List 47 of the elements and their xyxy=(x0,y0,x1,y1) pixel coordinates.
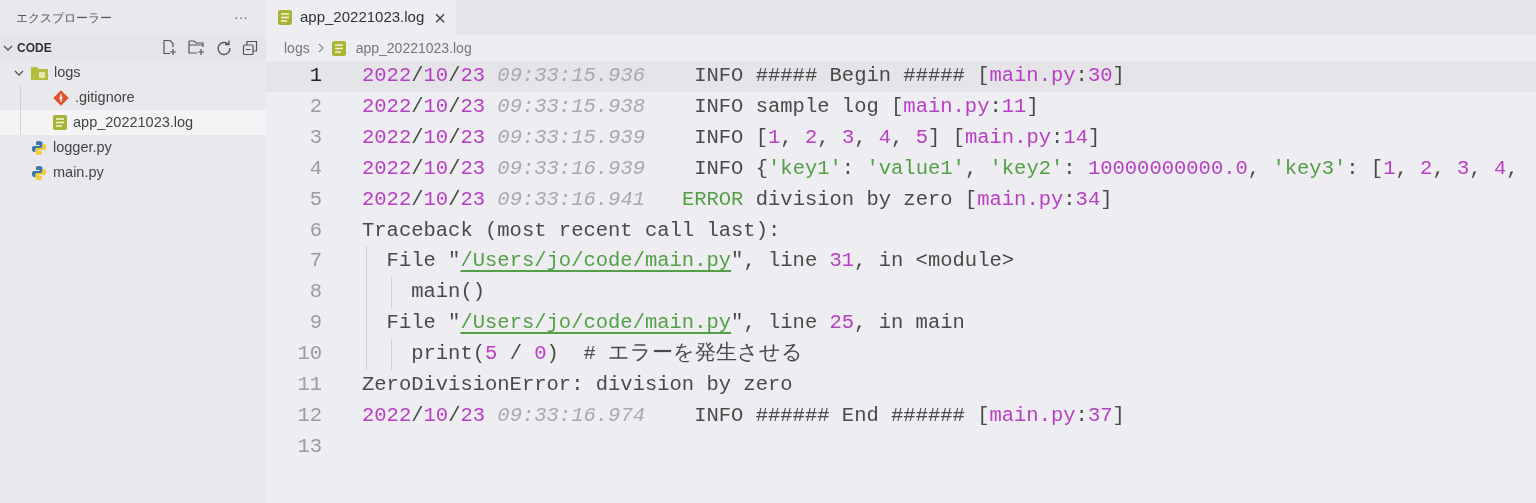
tree-item[interactable]: main.py xyxy=(0,160,266,185)
code-line: 2022/10/23 09:33:16.941 ERROR division by zero [main.py:34] xyxy=(362,186,1113,213)
code-line: Traceback (most recent call last): xyxy=(362,217,781,244)
code-line: print(5 / 0) # エラーを発生させる xyxy=(410,340,804,368)
tree-item[interactable]: logs xyxy=(0,60,266,85)
tree-item[interactable]: app_20221023.log xyxy=(0,110,266,135)
code-line: 2022/10/23 09:33:16.939 INFO {'key1': 'value1', 'key2': 10000000000.0, 'key3': [1, 2, 3, 4, xyxy=(362,155,1519,182)
code-line: main() xyxy=(410,279,486,306)
collapse-all-button[interactable] xyxy=(242,39,258,56)
document-icon xyxy=(278,10,292,25)
code-line: ZeroDivisionError: division by zero xyxy=(362,371,793,398)
code-line: File "/Users/jo/code/main.py", line 25, in main xyxy=(385,310,965,337)
new-file-button[interactable] xyxy=(161,39,178,56)
breadcrumb-item[interactable]: logs xyxy=(284,37,310,59)
chevron-right-icon xyxy=(316,43,325,53)
line-number: 4 xyxy=(308,155,323,182)
line-number: 6 xyxy=(308,217,323,244)
close-button[interactable]: × xyxy=(434,7,446,28)
line-number: 2 xyxy=(308,93,323,120)
code-line: 2022/10/23 09:33:15.939 INFO [1, 2, 3, 4, 5] [main.py:14] xyxy=(362,124,1101,151)
refresh-button[interactable] xyxy=(216,39,232,56)
python-icon xyxy=(31,164,47,181)
line-number: 1 xyxy=(308,63,323,90)
line-number: 13 xyxy=(296,433,323,460)
tree-item[interactable]: .gitignore xyxy=(0,85,266,110)
tree-item[interactable]: logger.py xyxy=(0,135,266,160)
line-number: 10 xyxy=(296,341,323,368)
line-number: 7 xyxy=(308,248,323,275)
code-line: File "/Users/jo/code/main.py", line 31, in <module> xyxy=(385,248,1015,275)
document-icon xyxy=(331,40,346,56)
document-icon xyxy=(53,115,67,130)
python-icon xyxy=(31,139,47,156)
code-line: 2022/10/23 09:33:15.936 INFO ##### Begin ##### [main.py:30] xyxy=(362,63,1125,90)
more-actions-button[interactable]: ··· xyxy=(234,7,248,28)
code-line: 2022/10/23 09:33:15.938 INFO sample log [main.py:11] xyxy=(362,93,1039,120)
sidebar-title: エクスプローラー xyxy=(16,9,112,27)
new-folder-button[interactable] xyxy=(188,39,206,56)
line-number: 8 xyxy=(308,279,323,306)
line-number: 9 xyxy=(308,310,323,337)
line-number: 5 xyxy=(308,186,323,213)
breadcrumb-item[interactable]: app_20221023.log xyxy=(355,37,472,59)
line-number: 3 xyxy=(308,124,323,151)
editor-tab[interactable]: app_20221023.log × xyxy=(266,0,456,35)
code-line: 2022/10/23 09:33:16.974 INFO ###### End ###### [main.py:37] xyxy=(362,402,1125,429)
line-number: 11 xyxy=(296,371,323,398)
line-number: 12 xyxy=(296,402,323,429)
folder-icon xyxy=(31,65,48,80)
